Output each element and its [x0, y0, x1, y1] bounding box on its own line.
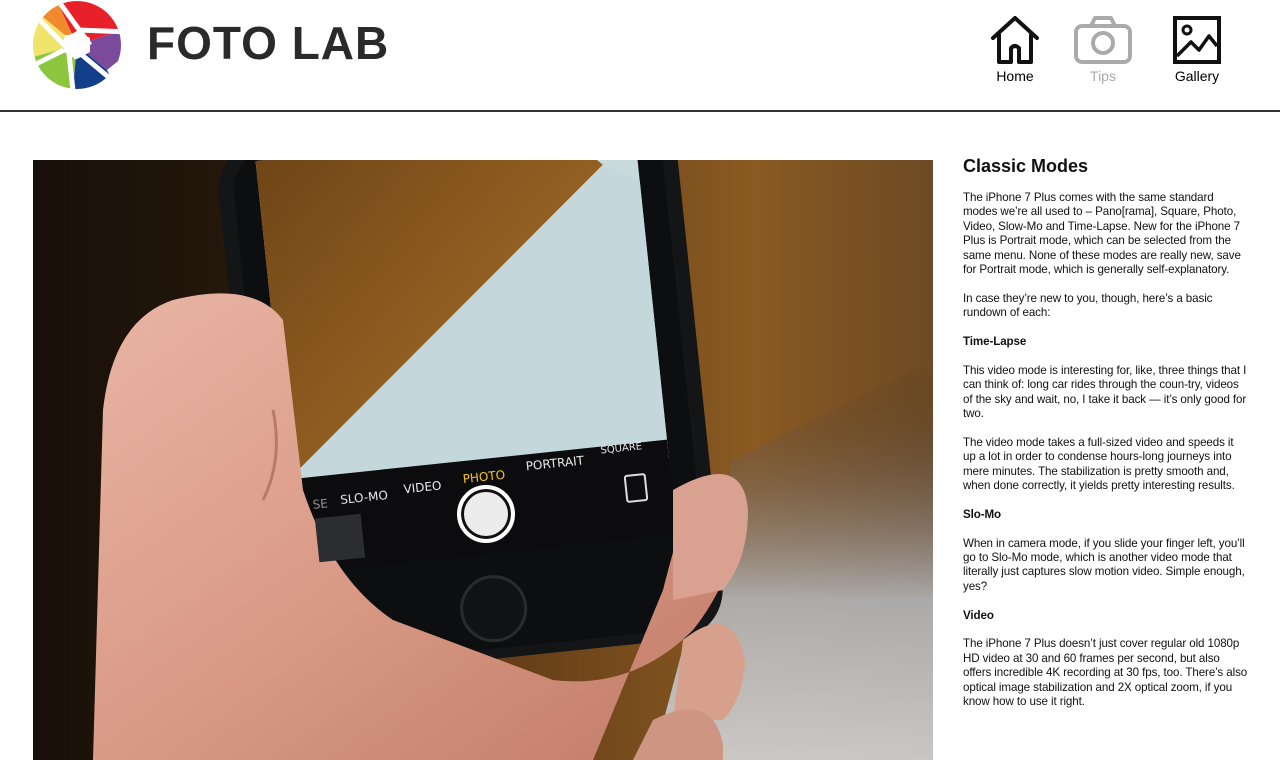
- mode-label-portrait: PORTRAIT: [525, 453, 585, 474]
- mode-label-slomo: SLO-MO: [339, 488, 389, 507]
- nav-tips-label: Tips: [1090, 68, 1116, 84]
- main-nav: Home Tips Gallery: [0, 14, 1280, 94]
- image-icon: [1173, 16, 1221, 64]
- nav-tips[interactable]: Tips: [1063, 14, 1143, 86]
- nav-gallery[interactable]: Gallery: [1157, 14, 1237, 86]
- subheading-timelapse: Time-Lapse: [963, 335, 1027, 349]
- shutter-button: [457, 485, 515, 543]
- article-paragraph: The video mode takes a full-sized video …: [963, 435, 1235, 493]
- mode-label-video: VIDEO: [402, 478, 443, 497]
- article-title: Classic Modes: [963, 156, 1089, 176]
- nav-gallery-label: Gallery: [1174, 68, 1220, 84]
- camera-icon: [1074, 16, 1132, 64]
- subheading-slomo: Slo-Mo: [963, 507, 1002, 521]
- thumbnail-preview: [314, 513, 366, 563]
- flip-camera-icon: [623, 472, 649, 504]
- article-paragraph: This video mode is interesting for, like…: [963, 363, 1247, 421]
- article-paragraph: When in camera mode, if you slide your f…: [963, 536, 1245, 593]
- article-paragraph: The iPhone 7 Plus comes with the same st…: [963, 191, 1241, 277]
- nav-home[interactable]: Home: [975, 14, 1055, 86]
- home-icon: [991, 16, 1039, 64]
- mode-label-photo: PHOTO: [462, 467, 506, 487]
- mode-label-pano: SE: [311, 496, 329, 512]
- article-paragraph: In case they’re new to you, though, here…: [963, 291, 1213, 320]
- nav-home-label: Home: [996, 68, 1034, 84]
- site-header: FOTO LAB Home Tips Gallery: [0, 0, 1280, 112]
- hero-photo: SE SLO-MO VIDEO PHOTO PORTRAIT SQUARE: [33, 160, 933, 760]
- article: Classic Modes The iPhone 7 Plus comes wi…: [963, 156, 1248, 724]
- article-paragraph: The iPhone 7 Plus doesn’t just cover reg…: [963, 637, 1248, 709]
- subheading-video: Video: [963, 608, 994, 622]
